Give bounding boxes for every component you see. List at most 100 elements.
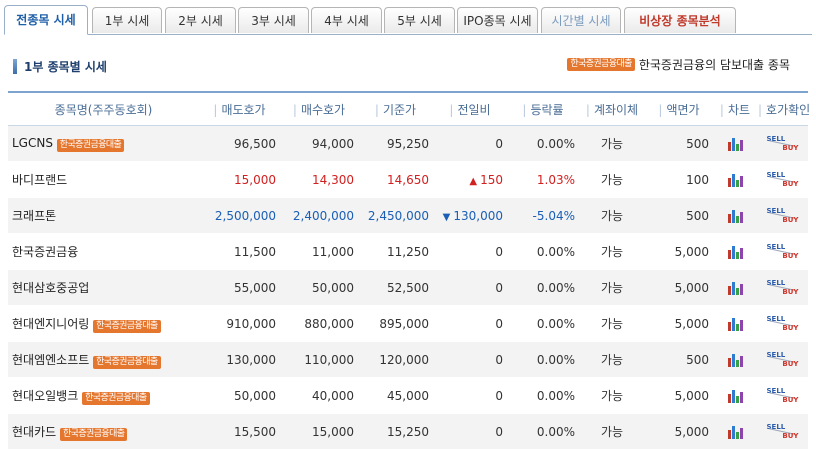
stock-name[interactable]: 바디프랜드 bbox=[12, 173, 67, 187]
sell-buy-icon[interactable]: SELL BUY bbox=[767, 278, 799, 298]
change-rate-cell: 0.00% bbox=[507, 233, 579, 270]
sell-buy-icon[interactable]: SELL BUY bbox=[767, 134, 799, 154]
table-row: LGCNS 한국증권금융대출 96,500 94,000 95,250 0 0.00% 가능… bbox=[8, 125, 808, 162]
face-value: 5,000 bbox=[674, 280, 709, 295]
bar-chart-icon[interactable] bbox=[727, 137, 743, 151]
change-value: 0 bbox=[495, 388, 503, 403]
base-price: 15,250 bbox=[387, 424, 429, 439]
base-price-cell: 52,500 bbox=[358, 269, 433, 306]
header-separator: | bbox=[585, 102, 590, 117]
bar-chart-icon[interactable] bbox=[727, 245, 743, 259]
stock-name[interactable]: 현대카드 bbox=[12, 425, 56, 439]
sell-buy-icon[interactable]: SELL BUY bbox=[767, 206, 799, 226]
stock-name[interactable]: 현대엠엔소프트 bbox=[12, 353, 89, 367]
sell-buy-icon[interactable]: SELL BUY bbox=[767, 314, 799, 334]
col-face-value-header: | 액면가 bbox=[645, 91, 713, 126]
header-label: 호가확인 bbox=[766, 102, 811, 117]
price-table: 종목명(주주동호회) | 매도호가 | 매수호가 | 기준가 | 전일비 | 등락률 | 계좌이체 | 액면… bbox=[8, 91, 811, 450]
change-rate: 0.00% bbox=[536, 280, 575, 295]
chart-cell bbox=[713, 197, 757, 234]
ask-price: 15,000 bbox=[234, 172, 276, 187]
sell-buy-icon[interactable]: SELL BUY bbox=[767, 170, 799, 190]
stock-name-cell[interactable]: LGCNS 한국증권금융대출 bbox=[8, 125, 199, 162]
tab-tier4[interactable]: 4부 시세 bbox=[311, 7, 382, 33]
transfer-cell: 가능 bbox=[579, 233, 645, 270]
bar-chart-icon[interactable] bbox=[727, 317, 743, 331]
tab-unlisted-analysis[interactable]: 비상장 종목분석 bbox=[624, 7, 736, 33]
base-price-cell: 895,000 bbox=[358, 305, 433, 342]
tab-tier3[interactable]: 3부 시세 bbox=[238, 7, 309, 33]
bar-chart-icon[interactable] bbox=[727, 209, 743, 223]
bar-chart-icon[interactable] bbox=[727, 173, 743, 187]
loan-legend: 한국증권금융대출 한국증권금융의 담보대출 종목 bbox=[567, 56, 790, 73]
transfer-status: 가능 bbox=[600, 245, 624, 259]
buy-label: BUY bbox=[782, 215, 799, 224]
stock-name-cell[interactable]: 현대오일뱅크 한국증권금융대출 bbox=[8, 377, 199, 414]
stock-name[interactable]: 한국증권금융 bbox=[12, 245, 78, 259]
tab-hourly[interactable]: 시간별 시세 bbox=[541, 7, 621, 33]
stock-name[interactable]: 크래프톤 bbox=[12, 209, 56, 223]
stock-name-cell[interactable]: 크래프톤 bbox=[8, 197, 199, 234]
ask-price-cell: 50,000 bbox=[199, 377, 280, 414]
stock-name-cell[interactable]: 현대삼호중공업 bbox=[8, 269, 199, 306]
ask-price: 11,500 bbox=[234, 244, 276, 259]
stock-name[interactable]: 현대엔지니어링 bbox=[12, 317, 89, 331]
bar-chart-icon[interactable] bbox=[727, 281, 743, 295]
table-row: 한국증권금융 11,500 11,000 11,250 0 0.00% 가능 5,000 SEL… bbox=[8, 233, 808, 270]
change-cell: 0 bbox=[433, 233, 507, 270]
base-price: 95,250 bbox=[387, 136, 429, 151]
bid-price-cell: 880,000 bbox=[280, 305, 358, 342]
transfer-cell: 가능 bbox=[579, 305, 645, 342]
sell-buy-icon[interactable]: SELL BUY bbox=[767, 386, 799, 406]
ask-price-cell: 130,000 bbox=[199, 341, 280, 378]
face-value-cell: 5,000 bbox=[645, 305, 713, 342]
bar-chart-icon[interactable] bbox=[727, 353, 743, 367]
change-value: 0 bbox=[495, 424, 503, 439]
stock-name-cell[interactable]: 현대엔지니어링 한국증권금융대출 bbox=[8, 305, 199, 342]
table-row: 현대오일뱅크 한국증권금융대출 50,000 40,000 45,000 0 0.00% 가… bbox=[8, 377, 808, 414]
stock-name-cell[interactable]: 바디프랜드 bbox=[8, 161, 199, 198]
sell-buy-icon[interactable]: SELL BUY bbox=[767, 350, 799, 370]
tab-tier5[interactable]: 5부 시세 bbox=[384, 7, 455, 33]
change-cell: ▼ 130,000 bbox=[433, 197, 507, 234]
change-cell: 0 bbox=[433, 125, 507, 162]
bid-price: 50,000 bbox=[312, 280, 354, 295]
ask-price: 50,000 bbox=[234, 388, 276, 403]
chart-cell bbox=[713, 125, 757, 162]
stock-name[interactable]: LGCNS bbox=[12, 136, 53, 150]
bid-price: 110,000 bbox=[304, 352, 354, 367]
tab-all-stocks[interactable]: 전종목 시세 bbox=[4, 5, 88, 35]
transfer-status: 가능 bbox=[600, 281, 624, 295]
quote-check-cell: SELL BUY bbox=[757, 197, 808, 234]
face-value: 5,000 bbox=[674, 316, 709, 331]
ask-price: 55,000 bbox=[234, 280, 276, 295]
change-rate-cell: 1.03% bbox=[507, 161, 579, 198]
sell-buy-icon[interactable]: SELL BUY bbox=[767, 242, 799, 262]
stock-name-cell[interactable]: 한국증권금융 bbox=[8, 233, 199, 270]
bid-price: 880,000 bbox=[304, 316, 354, 331]
header-separator: | bbox=[658, 102, 663, 117]
transfer-status: 가능 bbox=[600, 209, 624, 223]
tab-tier2[interactable]: 2부 시세 bbox=[165, 7, 236, 33]
stock-name-cell[interactable]: 현대엠엔소프트 한국증권금융대출 bbox=[8, 341, 199, 378]
up-arrow-icon: ▲ bbox=[469, 175, 478, 187]
transfer-status: 가능 bbox=[600, 317, 624, 331]
stock-name[interactable]: 현대오일뱅크 bbox=[12, 389, 78, 403]
bid-price-cell: 50,000 bbox=[280, 269, 358, 306]
bid-price: 15,000 bbox=[312, 424, 354, 439]
stock-name-cell[interactable]: 현대카드 한국증권금융대출 bbox=[8, 413, 199, 450]
quote-check-cell: SELL BUY bbox=[757, 413, 808, 450]
bar-chart-icon[interactable] bbox=[727, 389, 743, 403]
bar-chart-icon[interactable] bbox=[727, 425, 743, 439]
base-price: 895,000 bbox=[379, 316, 429, 331]
table-row: 현대엠엔소프트 한국증권금융대출 130,000 110,000 120,000 0 0.… bbox=[8, 341, 808, 378]
change-rate: 0.00% bbox=[536, 244, 575, 259]
loan-badge: 한국증권금융대출 bbox=[93, 319, 161, 333]
col-ask-header: | 매도호가 bbox=[199, 91, 280, 126]
ask-price: 2,500,000 bbox=[214, 208, 276, 223]
tab-ipo[interactable]: IPO종목 시세 bbox=[457, 7, 538, 33]
col-change-header: | 전일비 bbox=[433, 91, 507, 126]
tab-tier1[interactable]: 1부 시세 bbox=[92, 7, 162, 33]
table-body: LGCNS 한국증권금융대출 96,500 94,000 95,250 0 0.00% 가능… bbox=[8, 125, 808, 450]
stock-name[interactable]: 현대삼호중공업 bbox=[12, 281, 89, 295]
